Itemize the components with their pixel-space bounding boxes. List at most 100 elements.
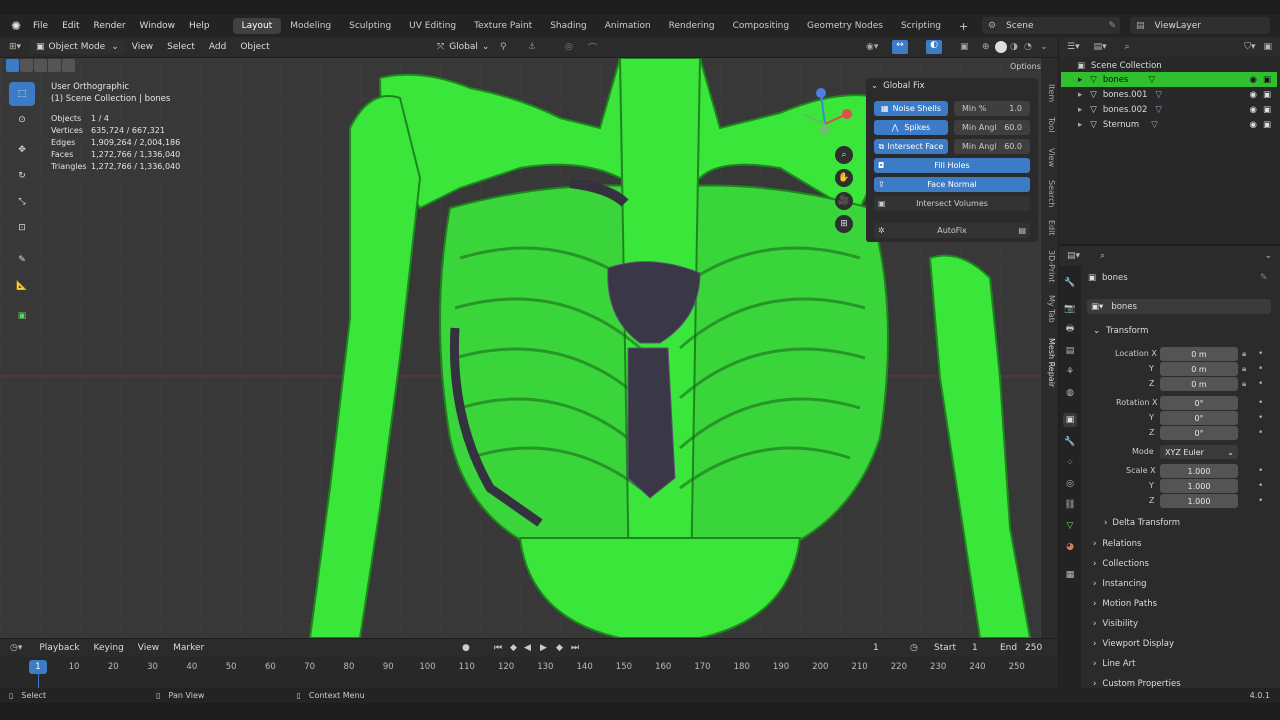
data-properties-icon[interactable]: ▽ (1063, 519, 1077, 533)
transform-panel-header[interactable]: ⌄ Transform (1093, 326, 1148, 336)
scale-tool[interactable]: ⤡ (9, 190, 35, 214)
outliner-editor-icon[interactable]: ☰▾ (1067, 42, 1080, 52)
render-properties-icon[interactable]: 📷 (1063, 302, 1077, 316)
scale-x-field[interactable]: 1.000 (1160, 464, 1238, 478)
pin-icon[interactable]: ✎ (1260, 273, 1268, 283)
transform-orientation-dropdown[interactable]: ⤧ Global ⌄ (437, 42, 489, 52)
min-pct-field[interactable]: Min % 1.0 (954, 101, 1030, 116)
face-normal-button[interactable]: ⇪ Face Normal (874, 177, 1030, 192)
viewport-menu-view[interactable]: View (125, 42, 160, 52)
add-workspace-icon[interactable]: + (950, 17, 977, 36)
outliner-item-bones-002[interactable]: ▸ ▽ bones.002 ▽ ◉ ▣ (1061, 102, 1277, 117)
select-extend-icon[interactable] (20, 59, 33, 72)
tab-view[interactable]: View (1042, 148, 1056, 167)
timeline-cursor[interactable]: 1 (29, 660, 47, 674)
tool-properties-icon[interactable]: 🔧 (1063, 276, 1077, 290)
fill-holes-button[interactable]: ◘ Fill Holes (874, 158, 1030, 173)
view-layer-properties-icon[interactable]: ▤ (1063, 344, 1077, 358)
rotation-y-field[interactable]: 0° (1160, 411, 1238, 425)
tab-my-tab[interactable]: My Tab (1042, 295, 1056, 323)
tab-item[interactable]: Item (1042, 84, 1056, 102)
delta-transform-header[interactable]: › Delta Transform (1104, 518, 1180, 528)
viewport-menu-select[interactable]: Select (160, 42, 202, 52)
expand-arrow-icon[interactable]: ▸ (1078, 105, 1082, 115)
outliner-root[interactable]: ▣ Scene Collection (1061, 58, 1277, 73)
xray-icon[interactable]: ▣ (960, 42, 969, 52)
keyframe-dot-icon[interactable]: • (1258, 466, 1263, 476)
keyframe-dot-icon[interactable]: • (1258, 496, 1263, 506)
world-properties-icon[interactable]: ◍ (1063, 386, 1077, 400)
tab-uv-editing[interactable]: UV Editing (400, 18, 465, 34)
outliner-item-sternum[interactable]: ▸ ▽ Sternum ▽ ◉ ▣ (1061, 117, 1277, 132)
keyframe-dot-icon[interactable]: • (1258, 413, 1263, 423)
record-icon[interactable]: ● (462, 643, 470, 653)
tab-compositing[interactable]: Compositing (724, 18, 798, 34)
eye-icon[interactable]: ◉ (1250, 75, 1257, 85)
menu-window[interactable]: Window (133, 21, 183, 31)
object-mode-dropdown[interactable]: ▣ Object Mode ⌄ (30, 40, 125, 54)
tab-scripting[interactable]: Scripting (892, 18, 950, 34)
global-fix-header[interactable]: ⌄ Global Fix (866, 78, 1038, 94)
eye-icon[interactable]: ◉ (1250, 105, 1257, 115)
rotate-tool[interactable]: ↻ (9, 164, 35, 188)
pan-hand-icon[interactable]: ✋ (835, 169, 853, 187)
cursor-tool[interactable]: ⊙ (9, 108, 35, 132)
location-x-field[interactable]: 0 m (1160, 347, 1238, 361)
lock-icon[interactable]: 🔒︎ (1242, 364, 1246, 374)
zoom-icon[interactable]: ⌕ (835, 146, 853, 164)
next-keyframe-icon[interactable]: ◆ (556, 643, 563, 653)
outliner-item-bones-001[interactable]: ▸ ▽ bones.001 ▽ ◉ ▣ (1061, 87, 1277, 102)
tab-mesh-repair[interactable]: Mesh Repair (1042, 338, 1056, 387)
lock-icon[interactable]: 🔒︎ (1242, 349, 1246, 359)
expand-arrow-icon[interactable]: ▸ (1078, 90, 1082, 100)
visibility-icon[interactable]: ◉▾ (866, 42, 878, 52)
select-intersect-icon[interactable] (62, 59, 75, 72)
select-new-icon[interactable] (6, 59, 19, 72)
menu-help[interactable]: Help (182, 21, 217, 31)
shading-rendered-icon[interactable]: ◔ (1024, 42, 1032, 52)
falloff-icon[interactable]: ⌒ (588, 41, 597, 54)
shading-solid-icon[interactable] (995, 41, 1007, 53)
new-collection-icon[interactable]: ▣ (1263, 42, 1272, 52)
overlay-toggle-icon[interactable]: ◐ (926, 40, 942, 54)
eye-icon[interactable]: ◉ (1250, 90, 1257, 100)
tab-animation[interactable]: Animation (596, 18, 660, 34)
select-subtract-icon[interactable] (34, 59, 47, 72)
eye-icon[interactable]: ◉ (1250, 120, 1257, 130)
noise-shells-button[interactable]: ▦ Noise Shells (874, 101, 948, 116)
tab-search[interactable]: Search (1042, 180, 1056, 207)
collections-panel-header[interactable]: › Collections (1093, 559, 1149, 569)
menu-file[interactable]: File (26, 21, 55, 31)
measure-tool[interactable]: 📐 (9, 274, 35, 298)
min-angl-field[interactable]: Min Angl 60.0 (954, 120, 1030, 135)
tab-texture-paint[interactable]: Texture Paint (465, 18, 541, 34)
current-frame-field[interactable]: 1 (873, 643, 879, 653)
keyframe-dot-icon[interactable]: • (1258, 364, 1263, 374)
expand-arrow-icon[interactable]: ▸ (1078, 120, 1082, 130)
tab-edit[interactable]: Edit (1042, 220, 1056, 236)
play-icon[interactable]: ▶ (540, 643, 547, 653)
camera-icon[interactable]: ▣ (1263, 105, 1271, 115)
transform-tool[interactable]: ⊡ (9, 216, 35, 240)
keyframe-dot-icon[interactable]: • (1258, 428, 1263, 438)
shading-material-icon[interactable]: ◑ (1010, 42, 1018, 52)
object-properties-icon[interactable]: ▣ (1063, 413, 1077, 427)
auto-keying-icon[interactable]: ◷ (910, 643, 918, 653)
motion-paths-panel-header[interactable]: › Motion Paths (1093, 599, 1157, 609)
tab-rendering[interactable]: Rendering (660, 18, 724, 34)
select-invert-icon[interactable] (48, 59, 61, 72)
search-icon[interactable]: ⌕ (1125, 42, 1130, 52)
pin-icon[interactable]: ✎ (1108, 21, 1116, 31)
location-y-field[interactable]: 0 m (1160, 362, 1238, 376)
object-name-field[interactable]: ▣▾ bones (1087, 299, 1271, 314)
tab-3d-print[interactable]: 3D-Print (1042, 250, 1056, 283)
viewlayer-selector[interactable]: ▤ ViewLayer (1130, 17, 1270, 34)
relations-panel-header[interactable]: › Relations (1093, 539, 1141, 549)
material-properties-icon[interactable]: ◕ (1063, 540, 1077, 554)
intersect-volumes-button[interactable]: ▣ Intersect Volumes (874, 196, 1030, 211)
intersect-face-button[interactable]: ⧉ Intersect Face (874, 139, 948, 154)
timeline-keying-menu[interactable]: Keying (87, 643, 131, 653)
clipboard-icon[interactable]: ▤ (1018, 226, 1026, 235)
outliner-item-bones[interactable]: ▸ ▽ bones ▽ ◉ ▣ (1061, 72, 1277, 87)
keyframe-dot-icon[interactable]: • (1258, 349, 1263, 359)
